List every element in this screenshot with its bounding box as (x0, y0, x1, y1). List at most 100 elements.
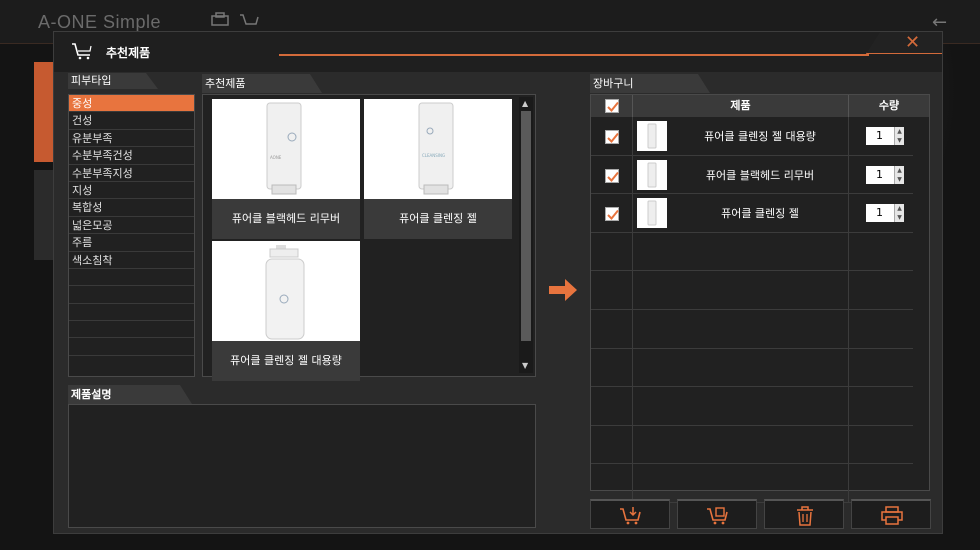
add-to-cart-button[interactable] (590, 499, 670, 529)
skin-type-empty-row (69, 269, 194, 287)
arrow-right-icon (549, 279, 577, 301)
row-checkbox[interactable] (605, 130, 619, 144)
trash-icon (797, 506, 813, 526)
cart-panel: 제품 수량 퓨어클 클렌징 젤 대용량 1 ▲ ▼ 퓨어클 블랙헤드 리무버 1 ▲ ▼ 퓨어클… (590, 94, 930, 503)
cell-divider (591, 271, 633, 309)
product-name: 퓨어클 블랙헤드 리무버 (231, 212, 341, 225)
skin-type-item[interactable]: 지성 (69, 182, 194, 200)
cart-row[interactable]: 퓨어클 블랙헤드 리무버 1 ▲ ▼ (591, 155, 913, 195)
product-name: 퓨어클 클렌징 젤 대용량 (230, 354, 342, 367)
dialog-title: 추천제품 (106, 46, 151, 60)
cart-product-name: 퓨어클 블랙헤드 리무버 (705, 168, 815, 182)
svg-text:CLEANSING: CLEANSING (422, 153, 445, 158)
select-all-cell[interactable] (591, 95, 633, 117)
cell-divider (591, 310, 633, 348)
product-thumbnail (637, 121, 667, 151)
cell-divider (591, 425, 633, 464)
scroll-thumb[interactable] (521, 111, 531, 341)
quantity-value: 1 (876, 129, 883, 142)
recommend-dialog: 추천제품 ✕ 피부타입 중성 건성 유분부족 수분부족건성 수분부족지성 지성 복합성 넓은모… (53, 31, 943, 534)
print-button[interactable] (851, 499, 931, 529)
cell-divider (633, 348, 849, 387)
row-checkbox[interactable] (605, 207, 619, 222)
spin-arrows-icon[interactable]: ▲ ▼ (894, 204, 904, 223)
scroll-down-icon[interactable]: ▼ (522, 361, 528, 370)
product-card[interactable]: AONE 퓨어클 블랙헤드 리무버 (212, 99, 360, 239)
cell-divider (633, 464, 849, 502)
cart-empty-row (591, 464, 913, 503)
product-image: AONE (212, 99, 360, 199)
skin-type-empty-row (69, 338, 194, 356)
cell-divider (591, 464, 633, 502)
skin-type-item[interactable]: 중성 (69, 95, 194, 113)
scrollbar[interactable]: ▲ ▼ (519, 97, 533, 373)
skin-type-item[interactable]: 주름 (69, 234, 194, 252)
cart-add-icon (620, 507, 641, 525)
back-arrow-icon: ← (932, 12, 948, 33)
cell-divider (591, 387, 633, 425)
product-card[interactable]: 퓨어클 클렌징 젤 대용량 (212, 241, 360, 381)
cart-empty-row (591, 387, 913, 426)
cell-divider (591, 232, 633, 271)
cart-tab: 장바구니 (590, 74, 710, 93)
cell-divider (633, 425, 849, 464)
description-box (68, 404, 536, 528)
quantity-stepper[interactable]: 1 ▲ ▼ (866, 165, 904, 184)
skin-type-item[interactable]: 유분부족 (69, 130, 194, 148)
cell-divider (633, 271, 849, 309)
quantity-value: 1 (876, 206, 883, 220)
background-nav-item (34, 62, 54, 162)
scroll-up-icon[interactable]: ▲ (522, 99, 528, 108)
cart-empty-row (591, 232, 913, 272)
recommended-tab: 추천제품 (202, 74, 322, 93)
cell-divider (633, 232, 849, 271)
skin-type-empty-row (69, 321, 194, 339)
cart-empty-row (591, 348, 913, 388)
select-all-checkbox[interactable] (605, 99, 619, 113)
skin-type-item[interactable]: 넓은모공 (69, 217, 194, 235)
quantity-stepper[interactable]: 1 ▲ ▼ (866, 204, 904, 223)
printer-icon (881, 506, 903, 525)
close-icon: ✕ (905, 32, 921, 53)
svg-text:AONE: AONE (270, 155, 282, 160)
quantity-stepper[interactable]: 1 ▲ ▼ (866, 127, 904, 145)
header-divider (279, 54, 869, 56)
column-quantity: 수량 (878, 99, 900, 112)
skin-type-item[interactable]: 건성 (69, 112, 194, 130)
app-logo: A-ONE Simple (38, 12, 162, 32)
cell-divider (633, 387, 849, 425)
product-card[interactable]: CLEANSING 퓨어클 클렌징 젤 (364, 99, 512, 239)
product-thumbnail (637, 198, 667, 229)
cart-row[interactable]: 퓨어클 클렌징 젤 대용량 1 ▲ ▼ (591, 117, 913, 156)
row-checkbox[interactable] (605, 168, 619, 183)
delete-button[interactable] (764, 499, 844, 529)
product-thumbnail (637, 159, 667, 190)
cart-product-name: 퓨어클 클렌징 젤 대용량 (704, 130, 816, 143)
cart-remove-button[interactable] (677, 499, 757, 529)
dialog-header (54, 32, 942, 72)
cell-divider (633, 310, 849, 348)
description-tab: 제품설명 (68, 385, 192, 404)
cart-empty-row (591, 271, 913, 310)
column-product: 제품 (633, 95, 849, 117)
skin-type-item[interactable]: 수분부족지성 (69, 165, 194, 182)
skin-type-item[interactable]: 복합성 (69, 199, 194, 217)
quantity-value: 1 (876, 167, 883, 181)
skin-type-list: 중성 건성 유분부족 수분부족건성 수분부족지성 지성 복합성 넓은모공 주름 색소침착 (68, 94, 195, 377)
cart-remove-icon (707, 507, 728, 525)
cart-empty-row (591, 310, 913, 349)
product-image: CLEANSING (364, 99, 512, 199)
spin-arrows-icon[interactable]: ▲ ▼ (894, 127, 904, 145)
cart-row[interactable]: 퓨어클 클렌징 젤 1 ▲ ▼ (591, 194, 913, 233)
spin-arrows-icon[interactable]: ▲ ▼ (894, 165, 904, 184)
product-name: 퓨어클 클렌징 젤 (399, 212, 477, 225)
cart-empty-row (591, 425, 913, 465)
recommended-panel: AONE 퓨어클 블랙헤드 리무버 CLEANSING 퓨어클 클렌징 젤 퓨어… (202, 94, 536, 381)
cart-icon (72, 43, 92, 60)
skin-type-item[interactable]: 수분부족건성 (69, 147, 194, 165)
skin-type-empty-row (69, 304, 194, 322)
product-image (212, 241, 360, 341)
skin-type-item[interactable]: 색소침착 (69, 252, 194, 269)
cart-table-header: 제품 수량 (591, 95, 929, 117)
skin-type-empty-row (69, 286, 194, 304)
